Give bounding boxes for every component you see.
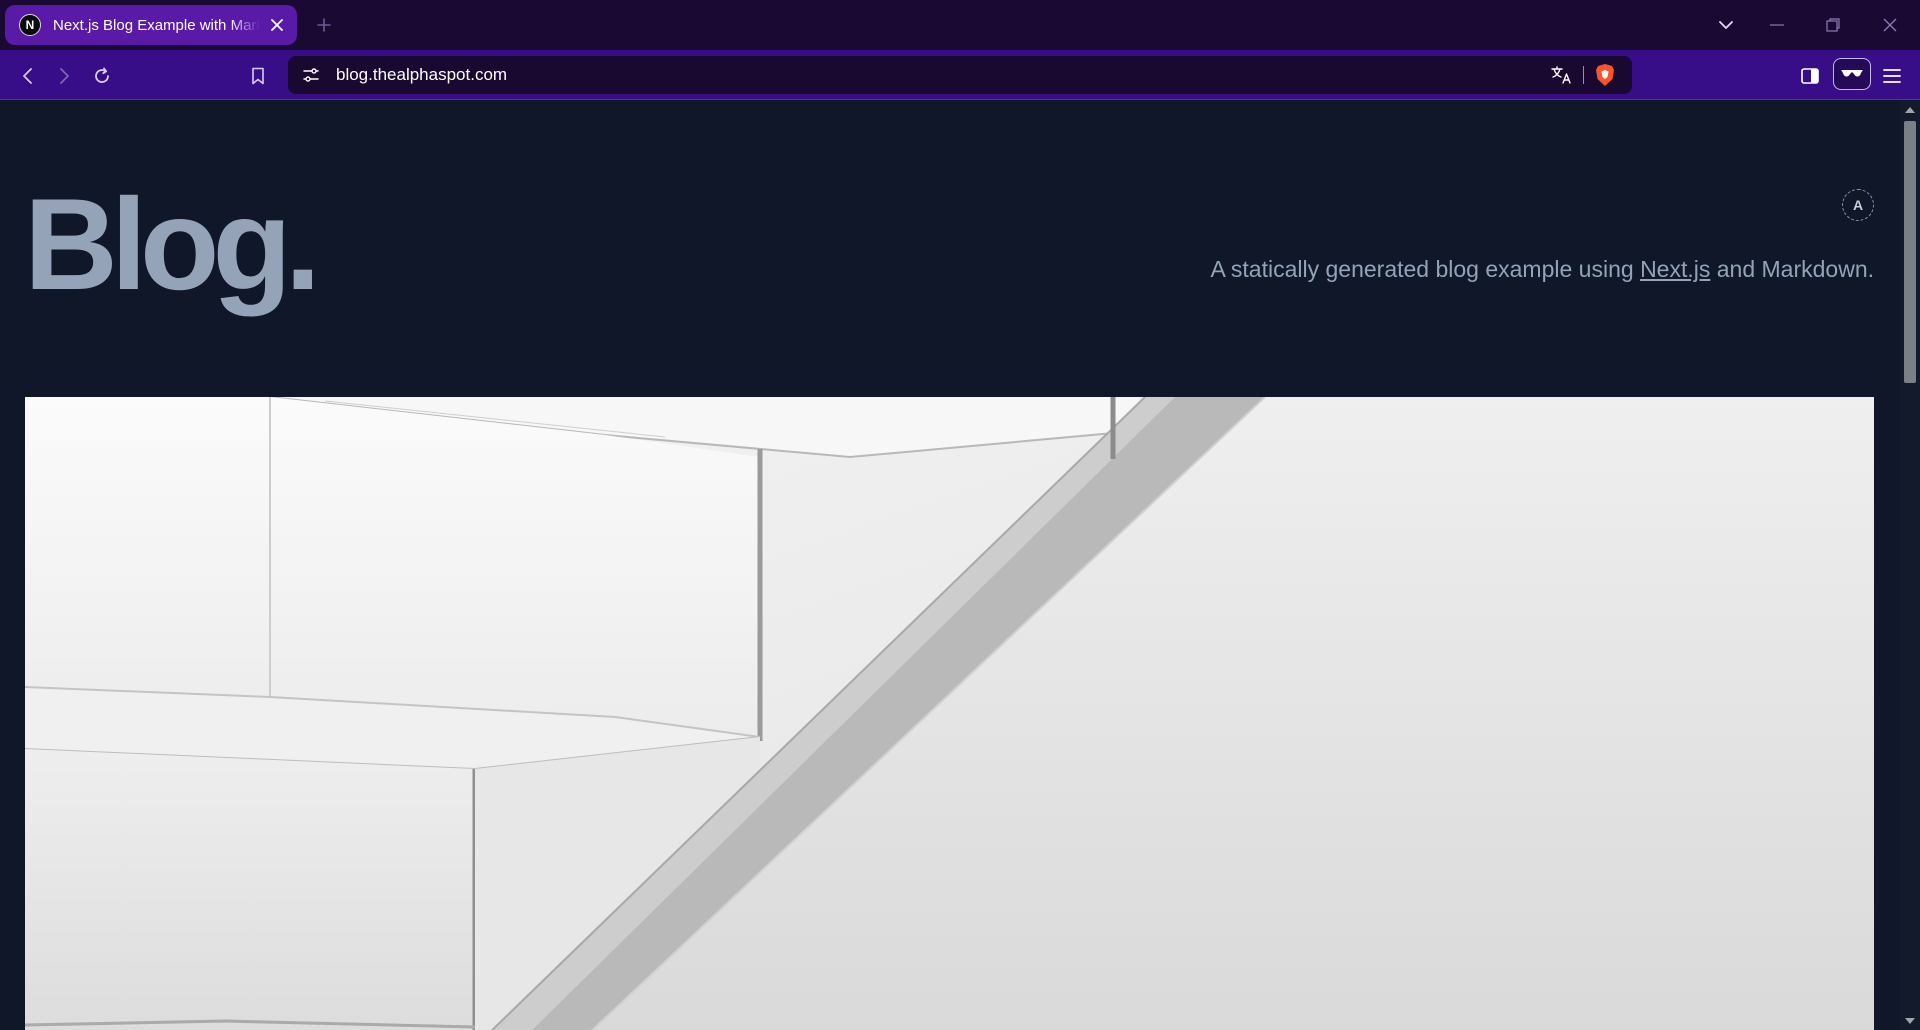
address-bar[interactable]: blog.thealphaspot.com	[288, 56, 1632, 94]
forward-arrow-icon[interactable]	[51, 62, 79, 90]
menu-hamburger-icon[interactable]	[1878, 62, 1906, 90]
tab-search-chevron-down-icon[interactable]	[1713, 12, 1739, 38]
restore-window-icon[interactable]	[1820, 12, 1846, 38]
brave-shields-icon[interactable]	[1594, 63, 1616, 92]
url-text: blog.thealphaspot.com	[336, 65, 508, 84]
back-arrow-icon[interactable]	[13, 62, 41, 90]
reload-icon[interactable]	[88, 62, 116, 90]
page-scrollbar[interactable]	[1900, 101, 1920, 1030]
description-prefix: A statically generated blog example usin…	[1210, 256, 1641, 282]
sidebar-toggle-icon[interactable]	[1796, 62, 1824, 90]
blog-description: A statically generated blog example usin…	[1210, 256, 1874, 283]
scroll-down-arrow-icon[interactable]	[1904, 1016, 1916, 1026]
cover-image[interactable]	[25, 397, 1874, 1030]
omnibox-divider	[1583, 66, 1584, 84]
new-tab-plus-icon[interactable]	[313, 14, 335, 36]
close-window-icon[interactable]	[1877, 12, 1903, 38]
browser-toolbar: blog.thealphaspot.com	[0, 50, 1920, 100]
minimize-icon[interactable]	[1764, 12, 1790, 38]
reading-mode-glasses-icon[interactable]	[1833, 58, 1871, 90]
description-suffix: and Markdown.	[1710, 256, 1874, 282]
tab-active[interactable]: N Next.js Blog Example with Markdown	[5, 5, 297, 45]
scroll-up-arrow-icon[interactable]	[1904, 105, 1916, 115]
nextjs-favicon-icon: N	[19, 14, 41, 36]
site-settings-icon[interactable]	[302, 66, 320, 89]
staircase-photo	[25, 397, 1874, 1030]
nextjs-link[interactable]: Next.js	[1640, 256, 1710, 282]
scrollbar-thumb[interactable]	[1904, 121, 1916, 383]
page-viewport: A Blog. A statically generated blog exam…	[0, 101, 1900, 1030]
translate-icon[interactable]	[1551, 65, 1573, 90]
bookmark-icon[interactable]	[244, 62, 272, 90]
avatar[interactable]: A	[1842, 189, 1874, 221]
blog-title: Blog.	[24, 171, 321, 317]
close-tab-icon[interactable]	[268, 15, 285, 35]
tab-strip: N Next.js Blog Example with Markdown	[0, 0, 1920, 50]
tab-title: Next.js Blog Example with Markdown	[53, 16, 261, 34]
